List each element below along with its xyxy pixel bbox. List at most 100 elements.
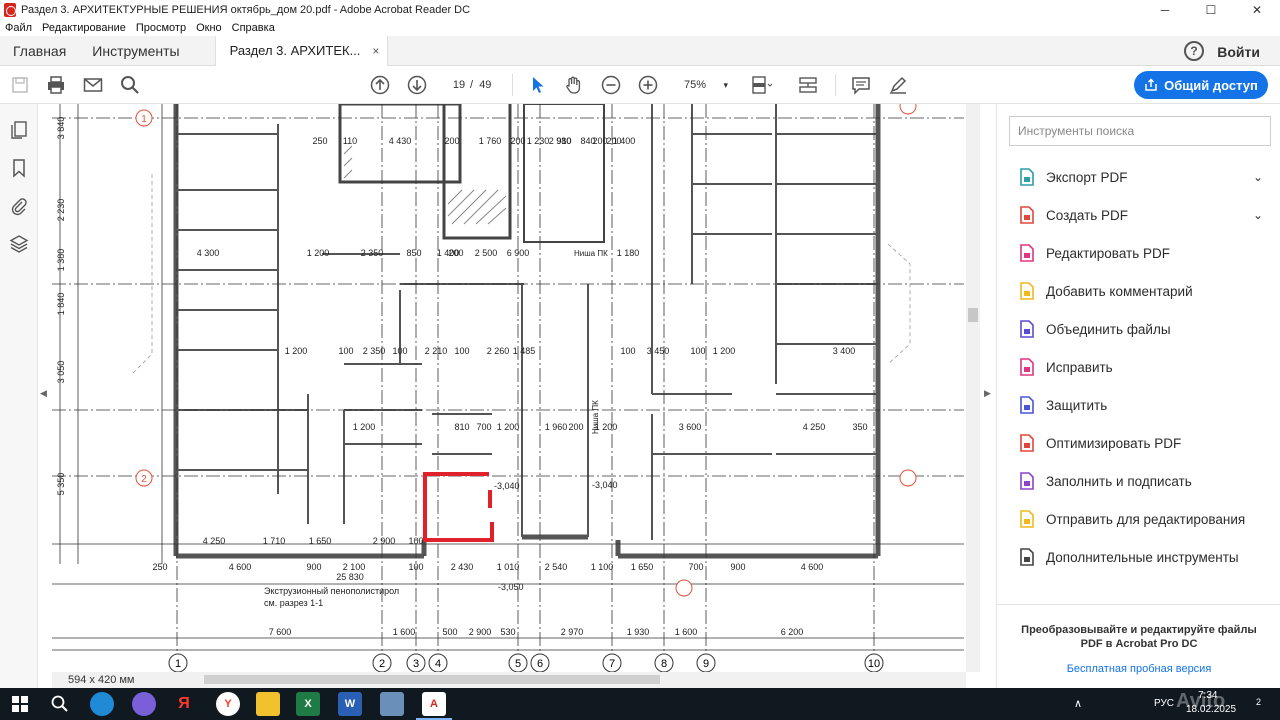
yandex-icon[interactable]: Я [172, 692, 196, 716]
tool-item[interactable]: Дополнительные инструменты [997, 538, 1280, 576]
dimension-label: 2 900 [373, 536, 396, 546]
page-thumbnails-icon[interactable] [9, 120, 29, 140]
axis-bubble-label: 3 [413, 658, 419, 670]
menu-help[interactable]: Справка [227, 22, 280, 34]
remote-desktop-icon[interactable] [380, 692, 404, 716]
axis-marker-left-1: 1 [141, 114, 147, 125]
save-icon[interactable] [9, 74, 31, 96]
dimension-label: 1 840 [56, 293, 66, 316]
zoom-in-icon[interactable] [637, 74, 659, 96]
tray-chevron-icon[interactable]: ∧ [1074, 697, 1082, 710]
tools-panel: Инструменты поиска Экспорт PDF ⌄ Создать P… [996, 104, 1280, 688]
tab-tools[interactable]: Инструменты [79, 36, 192, 66]
tool-item[interactable]: Исправить [997, 348, 1280, 386]
bookmarks-icon[interactable] [9, 158, 29, 178]
document-viewport[interactable]: 1 2 1 2 3 4 5 6 7 8 9 10 25 830 -3,050 -3,040 -3,… [52, 104, 964, 672]
horizontal-scroll-thumb[interactable] [204, 675, 660, 684]
create-pdf-icon [1017, 205, 1037, 225]
partitions [176, 104, 878, 540]
collapse-right-icon[interactable]: ▶ [984, 388, 991, 399]
tool-label: Добавить комментарий [1046, 283, 1193, 299]
niche-label-1: Ниша ПК [574, 249, 608, 258]
scroll-mode-icon[interactable] [797, 74, 819, 96]
dimension-label: 1 600 [393, 627, 416, 637]
notification-count[interactable]: 2 [1256, 697, 1261, 707]
highlight-pen-icon[interactable] [887, 74, 909, 96]
layers-icon[interactable] [9, 234, 29, 254]
axis-bubble-label: 7 [609, 658, 615, 670]
chevron-down-icon[interactable]: ⌄ [1253, 208, 1263, 222]
tool-label: Редактировать PDF [1046, 245, 1171, 261]
menu-file[interactable]: Файл [0, 22, 37, 34]
hand-tool-icon[interactable] [563, 74, 585, 96]
dimension-label: 100 [620, 346, 635, 356]
tool-item[interactable]: Защитить [997, 386, 1280, 424]
fit-page-icon[interactable] [750, 74, 772, 96]
chevron-down-icon[interactable]: ⌄ [1253, 170, 1263, 184]
excel-icon[interactable]: X [296, 692, 320, 716]
dimension-label: 2 230 [56, 199, 66, 222]
word-icon[interactable]: W [338, 692, 362, 716]
language-indicator[interactable]: РУС [1154, 698, 1174, 709]
previous-page-icon[interactable] [369, 74, 391, 96]
minimize-button[interactable]: ─ [1142, 0, 1188, 20]
maximize-button[interactable]: ☐ [1188, 0, 1234, 20]
dimension-label: 1 760 [479, 136, 502, 146]
toolbar-divider [512, 74, 513, 96]
tool-item[interactable]: Экспорт PDF ⌄ [997, 158, 1280, 196]
tool-item[interactable]: Оптимизировать PDF [997, 424, 1280, 462]
page-size-label: 594 x 420 мм [52, 672, 140, 688]
tools-search-input[interactable]: Инструменты поиска [1009, 116, 1271, 146]
edge-icon[interactable] [90, 692, 114, 716]
zoom-out-icon[interactable] [600, 74, 622, 96]
comment-tool-icon[interactable] [850, 74, 872, 96]
viber-icon[interactable] [132, 692, 156, 716]
next-page-icon[interactable] [406, 74, 428, 96]
dimension-label: 900 [730, 562, 745, 572]
search-document-icon[interactable] [119, 74, 141, 96]
vertical-scrollbar[interactable] [966, 104, 980, 672]
highlight-annotation [423, 472, 494, 542]
menu-edit[interactable]: Редактирование [37, 22, 131, 34]
acrobat-icon[interactable]: A [422, 692, 446, 716]
tool-label: Отправить для редактирования [1046, 511, 1246, 527]
tab-close-icon[interactable]: × [372, 44, 379, 58]
vertical-scroll-thumb[interactable] [968, 308, 978, 322]
print-icon[interactable] [45, 74, 67, 96]
tab-document[interactable]: Раздел 3. АРХИТЕК... × [214, 35, 389, 66]
axis-bubble-label: 10 [868, 658, 880, 670]
tool-label: Исправить [1046, 359, 1113, 375]
collapse-left-icon[interactable]: ◀ [40, 388, 47, 399]
help-icon[interactable]: ? [1184, 41, 1204, 61]
yandex-browser-icon[interactable]: Y [216, 692, 240, 716]
dimension-label: 2 100 [343, 562, 366, 572]
tool-item[interactable]: Отправить для редактирования [997, 500, 1280, 538]
dimension-label: 700 [476, 422, 491, 432]
dimension-label: 200 [444, 136, 459, 146]
zoom-level-select[interactable]: 75% [672, 76, 734, 94]
dimension-label: 4 430 [389, 136, 412, 146]
dimension-label: 1 200 [307, 248, 330, 258]
level-mark-2: -3,040 [494, 481, 520, 491]
login-button[interactable]: Войти [1217, 44, 1260, 60]
attachments-icon[interactable] [9, 196, 29, 216]
free-trial-link[interactable]: Бесплатная пробная версия [997, 663, 1280, 675]
tool-item[interactable]: Заполнить и подписать [997, 462, 1280, 500]
windows-start-icon[interactable] [8, 692, 32, 716]
file-explorer-icon[interactable] [256, 692, 280, 716]
email-icon[interactable] [82, 74, 104, 96]
select-cursor-icon[interactable] [527, 74, 549, 96]
search-icon[interactable] [48, 692, 72, 716]
close-window-button[interactable]: ✕ [1234, 0, 1280, 20]
tab-home[interactable]: Главная [0, 36, 79, 66]
tool-item[interactable]: Объединить файлы [997, 310, 1280, 348]
menu-window[interactable]: Окно [191, 22, 227, 34]
dimension-label: 2 350 [363, 346, 386, 356]
share-button[interactable]: Общий доступ [1134, 71, 1268, 99]
tool-item[interactable]: Редактировать PDF [997, 234, 1280, 272]
tool-item[interactable]: Создать PDF ⌄ [997, 196, 1280, 234]
menu-bar: Файл Редактирование Просмотр Окно Справк… [0, 20, 1280, 36]
horizontal-scrollbar[interactable] [140, 672, 966, 688]
tool-item[interactable]: Добавить комментарий [997, 272, 1280, 310]
menu-view[interactable]: Просмотр [131, 22, 191, 34]
